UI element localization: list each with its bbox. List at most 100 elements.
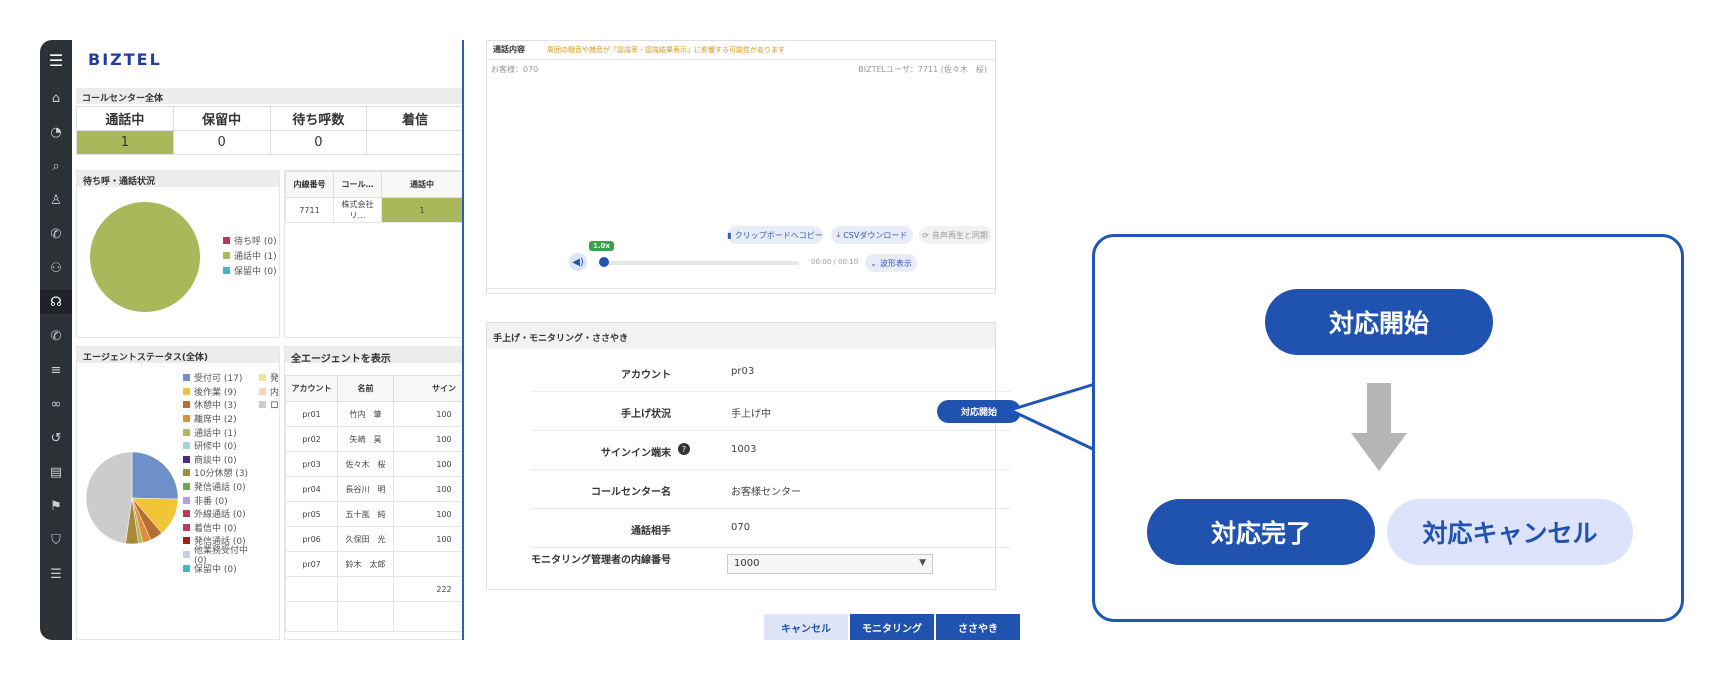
arrow-down-icon <box>1351 383 1407 471</box>
waiting-call-pie <box>90 202 200 312</box>
start-response-button[interactable]: 対応開始 <box>937 400 1021 423</box>
legend-swatch <box>259 387 266 395</box>
legend-item: 外線通話 (0) <box>183 507 263 521</box>
sync-playback-button[interactable]: ⟳ 音声再生と同期 <box>919 226 991 244</box>
legend-label: 外線通話 (0) <box>194 510 246 521</box>
database-icon[interactable]: ☰ <box>40 562 72 586</box>
table-row[interactable]: 7711 株式会社リ… 1 <box>285 197 463 223</box>
chevron-down-icon: ⌄ <box>870 258 877 268</box>
headset-icon[interactable]: ☊ <box>40 290 72 314</box>
legend-label: 保留中 (0) <box>194 564 237 575</box>
legend-label: 後作業 (9) <box>194 387 237 398</box>
callcenter-summary: コールセンター全体 通話中 保留中 待ち呼数 着信 1 0 0 <box>76 88 464 155</box>
table-row[interactable]: pr03 佐々木 桜 100 <box>285 451 464 477</box>
callout-complete-button[interactable]: 対応完了 <box>1147 499 1375 565</box>
legend-swatch <box>183 564 190 572</box>
dashboard-icon[interactable]: ◔ <box>40 120 72 144</box>
waiting-call-title: 待ち呼・通話状況 <box>77 171 279 187</box>
col-header: 内線番号 <box>285 171 334 198</box>
search-icon[interactable]: ⌕ <box>40 154 72 178</box>
form-row-monitor-ext: モニタリング管理者の内線番号 1000 ▼ <box>531 548 1011 587</box>
cell: 1 <box>381 197 463 223</box>
volume-icon[interactable]: ◀) <box>569 253 587 271</box>
legend-item: 受付可 (17) <box>183 371 263 385</box>
legend-label: ロ <box>270 401 280 412</box>
agent-status-legend-2: 発内ロ <box>259 371 281 412</box>
legend-swatch <box>259 374 266 382</box>
callout-start-button[interactable]: 対応開始 <box>1265 289 1493 355</box>
form-value: お客様センター <box>731 487 801 498</box>
agent-status-pie <box>85 451 179 545</box>
legend-item: 通話中 (1) <box>183 425 263 439</box>
form-row-callcenter: コールセンター名 お客様センター <box>531 470 1011 509</box>
shield-icon[interactable]: ⛉ <box>40 528 72 552</box>
legend-swatch <box>183 415 190 423</box>
waveform-toggle-button[interactable]: ⌄ 波形表示 <box>865 254 917 272</box>
call-dialog: 通話内容 周囲の騒音や雑音が「認識率・認識結果表示」に影響する可能性があります … <box>464 40 1024 640</box>
agents-title: 全エージェントを表示 <box>285 347 463 365</box>
stat-value-hold: 0 <box>172 130 271 155</box>
settings-sliders-icon[interactable]: ≡ <box>40 358 72 382</box>
cell: 100 <box>393 501 464 527</box>
progress-handle[interactable] <box>599 257 609 267</box>
legend-label: 10分休憩 (3) <box>194 469 249 480</box>
history-icon[interactable]: ↺ <box>40 426 72 450</box>
document-icon[interactable]: ▤ <box>40 460 72 484</box>
link-icon[interactable]: ∞ <box>40 392 72 416</box>
flag-icon[interactable]: ⚑ <box>40 494 72 518</box>
stat-header: 保留中 <box>172 106 271 131</box>
waiting-call-panel: 待ち呼・通話状況 待ち呼 (0) 通話中 (1) 保留中 (0) <box>76 170 280 338</box>
form-label: 手上げ状況 <box>621 409 671 420</box>
legend-item: 商談中 (0) <box>183 453 263 467</box>
table-row[interactable]: pr04 長谷川 明 100 <box>285 476 464 502</box>
table-row[interactable]: pr01 竹内 肇 100 <box>285 401 464 427</box>
agent-status-title: エージェントステータス(全体) <box>77 347 279 363</box>
monitor-extension-select[interactable]: 1000 ▼ <box>727 554 933 574</box>
stat-value-waiting: 0 <box>269 130 368 155</box>
legend-swatch <box>183 537 190 545</box>
user-icon[interactable]: ♙ <box>40 188 72 212</box>
monitoring-button[interactable]: モニタリング <box>850 614 934 640</box>
legend-swatch <box>183 442 190 450</box>
pie-slice <box>85 451 133 544</box>
hamburger-menu-icon[interactable]: ☰ <box>40 48 72 72</box>
home-icon[interactable]: ⌂ <box>40 86 72 110</box>
whisper-button[interactable]: ささやき <box>936 614 1020 640</box>
pie-legend: 待ち呼 (0) 通話中 (1) 保留中 (0) <box>223 233 277 278</box>
form-value: 070 <box>731 522 751 533</box>
table-row[interactable]: pr02 矢崎 昊 100 <box>285 426 464 452</box>
callout-cancel-button[interactable]: 対応キャンセル <box>1387 499 1633 565</box>
cell: 100 <box>393 476 464 502</box>
table-row[interactable]: pr07 鈴木 太郎 <box>285 551 464 577</box>
table-row[interactable]: pr05 五十嵐 純 100 <box>285 501 464 527</box>
transcript-area[interactable]: お客様：070 BIZTELユーザ：7711 (佐々木 桜) ▮ クリップボードへ… <box>487 59 995 289</box>
legend-swatch <box>183 551 190 559</box>
legend-swatch <box>183 523 190 531</box>
stat-header: 着信 <box>366 106 464 131</box>
clipboard-icon: ▮ <box>727 230 732 240</box>
call-content-panel: 通話内容 周囲の騒音や雑音が「認識率・認識結果表示」に影響する可能性があります … <box>486 40 996 294</box>
csv-download-button[interactable]: ⤓ CSVダウンロード <box>831 226 913 244</box>
legend-item: 発 <box>259 371 281 385</box>
legend-item: 10分休憩 (3) <box>183 466 263 480</box>
form-row-signin: サインイン端末 ? 1003 <box>531 431 1011 470</box>
cell: 100 <box>393 426 464 452</box>
phone-icon[interactable]: ✆ <box>40 222 72 246</box>
cell: pr06 <box>285 526 338 552</box>
phone-forward-icon[interactable]: ✆ <box>40 324 72 348</box>
cell: pr02 <box>285 426 338 452</box>
agents-panel: 全エージェントを表示 アカウント 名前 サイン pr01 竹内 肇 100 pr02 矢… <box>284 346 464 640</box>
users-icon[interactable]: ⚇ <box>40 256 72 280</box>
legend-label: 研修中 (0) <box>194 442 237 453</box>
clipboard-label: クリップボードへコピー <box>734 230 823 240</box>
progress-track[interactable] <box>603 261 799 265</box>
cancel-button[interactable]: キャンセル <box>764 614 848 640</box>
help-icon[interactable]: ? <box>678 443 690 455</box>
table-row[interactable]: pr06 久保田 光 100 <box>285 526 464 552</box>
speed-badge[interactable]: 1.0x <box>589 241 614 251</box>
callout-pointer <box>1010 382 1096 452</box>
form-value: 手上げ中 <box>731 409 771 420</box>
clipboard-copy-button[interactable]: ▮ クリップボードへコピー <box>727 226 823 244</box>
noise-warning: 周囲の騒音や雑音が「認識率・認識結果表示」に影響する可能性があります <box>547 46 785 54</box>
legend-swatch <box>183 469 190 477</box>
